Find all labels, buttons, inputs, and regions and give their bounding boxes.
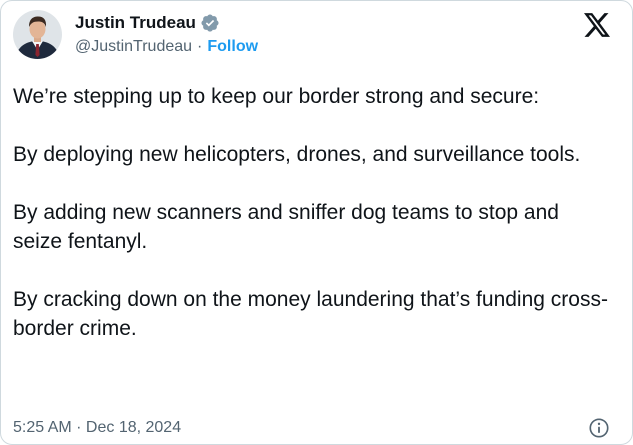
timestamp[interactable]: 5:25 AM · Dec 18, 2024 [13, 418, 181, 438]
verified-badge-icon [200, 13, 220, 33]
tweet-paragraph: By deploying new helicopters, drones, an… [13, 143, 581, 166]
x-logo-icon[interactable] [584, 13, 610, 37]
tweet-text: We’re stepping up to keep our border str… [13, 82, 613, 343]
avatar[interactable] [13, 10, 62, 59]
handle-row: @JustinTrudeau · Follow [75, 37, 258, 57]
tweet-paragraph: We’re stepping up to keep our border str… [13, 85, 540, 108]
tweet-card: Justin Trudeau @JustinTrudeau · Follow W… [0, 0, 633, 445]
name-row: Justin Trudeau [75, 13, 258, 33]
tweet-paragraph: By cracking down on the money laundering… [13, 288, 608, 340]
tweet-header: Justin Trudeau @JustinTrudeau · Follow [13, 10, 258, 59]
author-handle[interactable]: @JustinTrudeau [75, 37, 192, 57]
tweet-paragraph: By adding new scanners and sniffer dog t… [13, 201, 559, 253]
tweet-footer: 5:25 AM · Dec 18, 2024 [13, 417, 610, 439]
author-info: Justin Trudeau @JustinTrudeau · Follow [75, 13, 258, 57]
separator-dot: · [197, 37, 203, 55]
author-display-name[interactable]: Justin Trudeau [75, 13, 196, 33]
info-icon[interactable] [588, 417, 610, 439]
follow-button[interactable]: Follow [207, 37, 258, 57]
